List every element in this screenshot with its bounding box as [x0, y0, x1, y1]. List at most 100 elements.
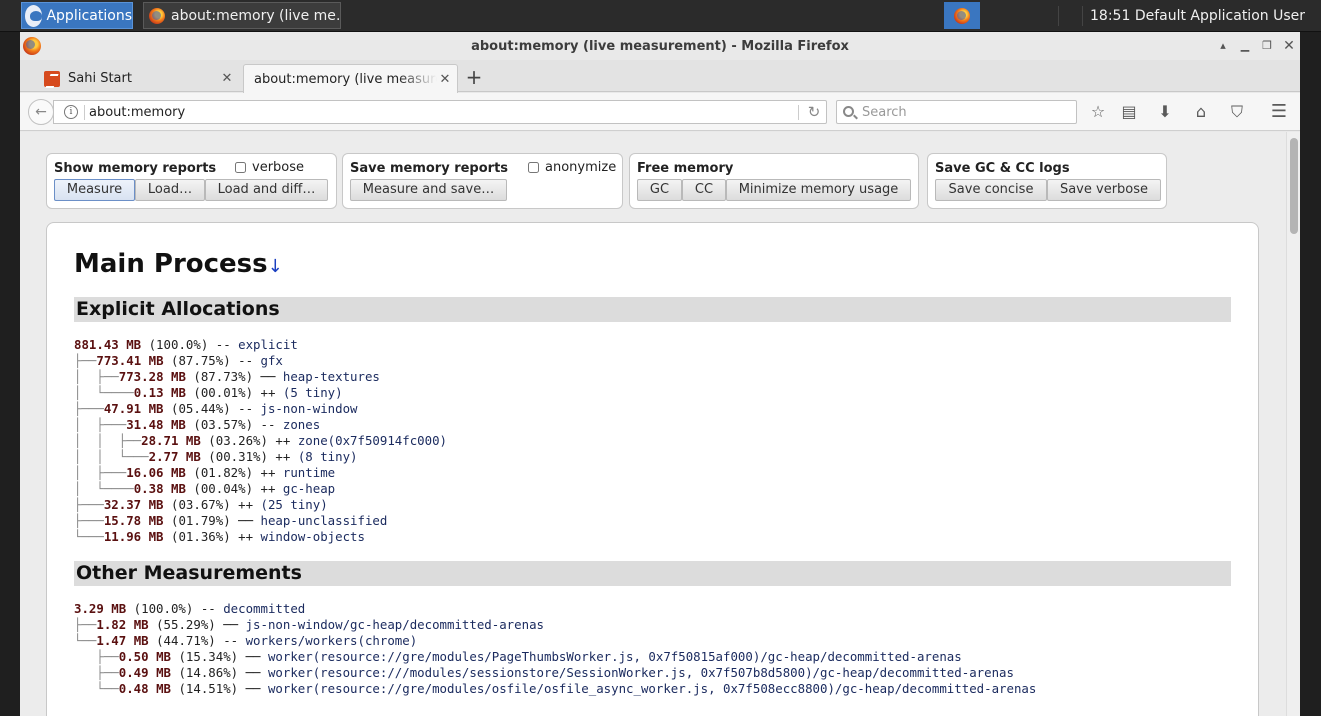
- home-icon[interactable]: ⌂: [1191, 102, 1211, 122]
- tree-row[interactable]: │ ├───16.06 MB (01.82%) ++ runtime: [74, 465, 447, 481]
- anonymize-checkbox[interactable]: anonymize: [528, 160, 616, 175]
- maximize-icon[interactable]: ❐: [1260, 39, 1274, 53]
- tree-row[interactable]: ├──0.50 MB (15.34%) ── worker(resource:/…: [74, 649, 1036, 665]
- window-titlebar[interactable]: about:memory (live measurement) - Mozill…: [20, 32, 1300, 60]
- tree-path: zone(0x7f50914fc000): [297, 433, 448, 448]
- tree-row[interactable]: └──0.48 MB (14.51%) ── worker(resource:/…: [74, 681, 1036, 697]
- group-legend: Free memory: [637, 161, 734, 176]
- page-content: Show memory reports verbose Measure Load…: [20, 132, 1286, 716]
- scrollbar-thumb[interactable]: [1290, 138, 1298, 234]
- tab-close-icon[interactable]: ✕: [437, 72, 453, 87]
- pocket-icon[interactable]: ⛉: [1227, 102, 1247, 122]
- tree-path: worker(resource://gre/modules/osfile/osf…: [267, 681, 1037, 696]
- tab-sahi-start[interactable]: Sahi Start ✕: [36, 64, 239, 93]
- tray-firefox-launcher[interactable]: [944, 2, 980, 29]
- sahi-favicon-icon: [44, 70, 60, 87]
- tree-percent: (01.79%) ──: [163, 513, 261, 528]
- tree-row[interactable]: └──1.47 MB (44.71%) -- workers/workers(c…: [74, 633, 1036, 649]
- tree-branch: ├───: [74, 497, 104, 512]
- panel-clock[interactable]: 18:51 Default Application User: [1090, 0, 1305, 32]
- tree-path: (8 tiny): [297, 449, 358, 464]
- tree-path: gc-heap: [282, 481, 336, 496]
- xfce-mouse-icon: [25, 4, 43, 27]
- clock-time: 18:51: [1090, 8, 1131, 24]
- anonymize-checkbox-input[interactable]: [528, 162, 539, 173]
- navigation-toolbar: i ↻ ← ☆ ▤ ⬇ ⌂ ⛉ ☰: [20, 93, 1300, 131]
- tree-row[interactable]: ├───47.91 MB (05.44%) -- js-non-window: [74, 401, 447, 417]
- checkbox-label: verbose: [252, 160, 305, 175]
- tree-amount: 31.48 MB: [126, 417, 186, 432]
- tree-path: window-objects: [260, 529, 365, 544]
- downloads-icon[interactable]: ⬇: [1155, 102, 1175, 122]
- bookmark-star-icon[interactable]: ☆: [1088, 102, 1108, 122]
- window-shade-icon[interactable]: ▴: [1216, 39, 1230, 53]
- tree-row[interactable]: ├───32.37 MB (03.67%) ++ (25 tiny): [74, 497, 447, 513]
- vertical-scrollbar[interactable]: [1286, 132, 1300, 716]
- tree-row[interactable]: └───11.96 MB (01.36%) ++ window-objects: [74, 529, 447, 545]
- hamburger-menu-icon[interactable]: ☰: [1269, 102, 1289, 122]
- tree-row[interactable]: ├──1.82 MB (55.29%) ── js-non-window/gc-…: [74, 617, 1036, 633]
- tree-row[interactable]: ├──773.41 MB (87.75%) -- gfx: [74, 353, 447, 369]
- gc-button[interactable]: GC: [637, 179, 682, 201]
- tree-path: worker(resource:///modules/sessionstore/…: [267, 665, 1014, 680]
- verbose-checkbox[interactable]: verbose: [235, 160, 304, 175]
- firefox-window: about:memory (live measurement) - Mozill…: [20, 32, 1300, 716]
- close-window-icon[interactable]: ✕: [1282, 39, 1296, 53]
- explicit-allocations-tree: 881.43 MB (100.0%) -- explicit ├──773.41 …: [74, 337, 447, 545]
- tree-amount: 3.29 MB: [74, 601, 127, 616]
- tree-path: heap-textures: [282, 369, 380, 384]
- tree-percent: (05.44%) --: [163, 401, 261, 416]
- site-info-icon[interactable]: i: [64, 105, 78, 119]
- minimize-icon[interactable]: ▁: [1238, 39, 1252, 53]
- tree-row[interactable]: 3.29 MB (100.0%) -- decommitted: [74, 601, 1036, 617]
- tree-path: (5 tiny): [282, 385, 343, 400]
- tree-row[interactable]: │ │ ├──28.71 MB (03.26%) ++ zone(0x7f509…: [74, 433, 447, 449]
- cc-button[interactable]: CC: [682, 179, 726, 201]
- tree-path: runtime: [282, 465, 336, 480]
- taskbar-firefox-window[interactable]: about:memory (live me…: [143, 2, 341, 29]
- load-and-diff-button[interactable]: Load and diff…: [205, 179, 328, 201]
- panel-separator: [1058, 6, 1059, 26]
- tree-amount: 0.49 MB: [118, 665, 171, 680]
- load-button[interactable]: Load…: [135, 179, 205, 201]
- applications-menu-button[interactable]: Applications: [21, 2, 133, 29]
- verbose-checkbox-input[interactable]: [235, 162, 246, 173]
- tree-row[interactable]: ├──0.49 MB (14.86%) ── worker(resource:/…: [74, 665, 1036, 681]
- save-gc-cc-logs-group: Save GC & CC logs Save concise Save verb…: [927, 153, 1167, 209]
- jump-down-arrow-icon[interactable]: ↓: [268, 256, 283, 277]
- tab-about-memory[interactable]: about:memory (live measurement) ✕: [243, 64, 458, 93]
- tree-percent: (100.0%) --: [126, 601, 224, 616]
- other-measurements-tree: 3.29 MB (100.0%) -- decommitted ├──1.82 M…: [74, 601, 1036, 697]
- url-input[interactable]: [89, 101, 779, 123]
- tree-row[interactable]: │ ├──773.28 MB (87.73%) ── heap-textures: [74, 369, 447, 385]
- tree-row[interactable]: ├───15.78 MB (01.79%) ── heap-unclassifi…: [74, 513, 447, 529]
- tree-path: worker(resource://gre/modules/PageThumbs…: [267, 649, 962, 664]
- tree-amount: 881.43 MB: [74, 337, 142, 352]
- tree-amount: 773.28 MB: [118, 369, 186, 384]
- reload-icon[interactable]: ↻: [806, 103, 822, 121]
- save-verbose-button[interactable]: Save verbose: [1047, 179, 1161, 201]
- tree-percent: (03.57%) --: [185, 417, 283, 432]
- tree-branch: ├──: [74, 617, 97, 632]
- tree-row[interactable]: │ ├───31.48 MB (03.57%) -- zones: [74, 417, 447, 433]
- new-tab-plus-icon[interactable]: +: [464, 65, 484, 89]
- tree-row[interactable]: 881.43 MB (100.0%) -- explicit: [74, 337, 447, 353]
- url-bar[interactable]: i ↻: [53, 100, 827, 124]
- back-arrow-icon[interactable]: ←: [28, 99, 54, 125]
- tree-row[interactable]: │ │ └───2.77 MB (00.31%) ++ (8 tiny): [74, 449, 447, 465]
- tree-row[interactable]: │ └────0.13 MB (00.01%) ++ (5 tiny): [74, 385, 447, 401]
- search-bar[interactable]: [836, 100, 1077, 124]
- tree-branch: │ ├───: [74, 417, 127, 432]
- minimize-memory-usage-button[interactable]: Minimize memory usage: [726, 179, 911, 201]
- measure-and-save-button[interactable]: Measure and save…: [350, 179, 507, 201]
- save-concise-button[interactable]: Save concise: [935, 179, 1047, 201]
- tree-row[interactable]: │ └────0.38 MB (00.04%) ++ gc-heap: [74, 481, 447, 497]
- tab-close-icon[interactable]: ✕: [219, 71, 235, 86]
- tree-path: explicit: [238, 337, 298, 352]
- urlbar-separator: [798, 105, 799, 120]
- measure-button[interactable]: Measure: [54, 179, 135, 201]
- search-input[interactable]: [862, 101, 1067, 123]
- bookmarks-menu-icon[interactable]: ▤: [1119, 102, 1139, 122]
- tree-branch: ├──: [74, 649, 119, 664]
- tree-path: js-non-window: [260, 401, 358, 416]
